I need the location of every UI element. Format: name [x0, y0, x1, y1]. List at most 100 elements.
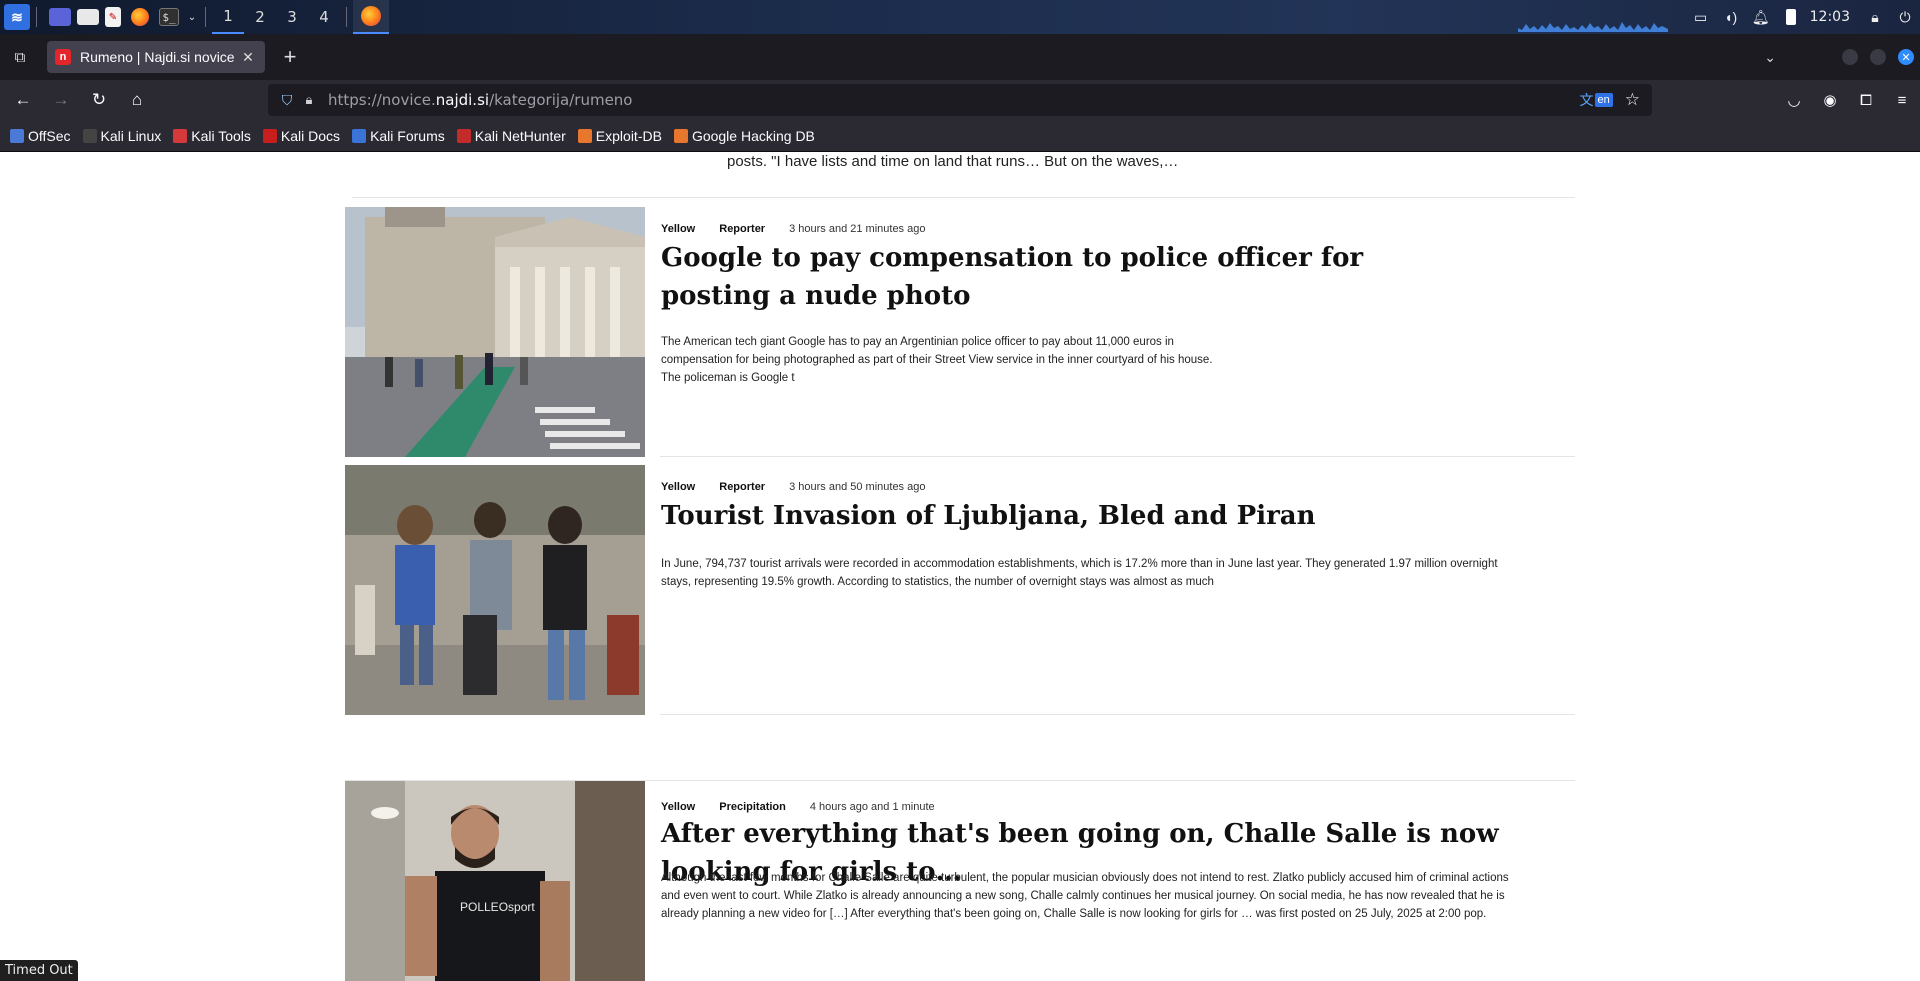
- system-taskbar: ≋ ✎ $_ ⌄ 1 2 3 4 ▭ ◖) 🔔︎ 12:03 🔒︎ ⏻: [0, 0, 1920, 34]
- cpu-graph-icon: [1518, 22, 1668, 32]
- account-icon[interactable]: ◉: [1812, 80, 1848, 120]
- chevron-down-icon[interactable]: ⌄: [185, 4, 199, 30]
- notification-bell-icon[interactable]: 🔔︎: [1746, 0, 1776, 34]
- bookmarks-toolbar: OffSec Kali Linux Kali Tools Kali Docs K…: [0, 120, 1920, 152]
- article-card[interactable]: POLLEOsport Yellow Precipitation 4 hours…: [345, 781, 1575, 981]
- taskbar-separator: [205, 7, 206, 27]
- bookmark-kali-nethunter[interactable]: Kali NetHunter: [456, 128, 566, 144]
- close-window-button[interactable]: ✕: [1898, 49, 1914, 65]
- kali-forums-icon: [352, 128, 367, 143]
- offsec-icon: [10, 128, 24, 143]
- article-time: 3 hours and 50 minutes ago: [789, 481, 926, 493]
- divider: [352, 197, 1575, 198]
- article-image[interactable]: [345, 465, 645, 715]
- workspace-2[interactable]: 2: [244, 0, 276, 34]
- menu-icon[interactable]: ≡: [1884, 80, 1920, 120]
- workspace-1[interactable]: 1: [212, 0, 244, 34]
- bookmark-star-icon[interactable]: ☆: [1625, 90, 1640, 110]
- url-text[interactable]: https://novice.najdi.si/kategorija/rumen…: [328, 91, 633, 109]
- bookmark-offsec[interactable]: OffSec: [10, 128, 71, 144]
- article-meta: Yellow Precipitation 4 hours ago and 1 m…: [661, 801, 935, 813]
- article-meta: Yellow Reporter 3 hours and 21 minutes a…: [661, 223, 925, 235]
- forward-button[interactable]: →: [44, 84, 78, 116]
- tracking-shield-icon[interactable]: ⛉: [276, 92, 298, 109]
- exploit-db-icon: [577, 128, 592, 143]
- divider: [660, 456, 1575, 457]
- browser-tab-bar: ⧉ n Rumeno | Najdi.si novice ✕ + ⌄ ✕: [0, 34, 1920, 80]
- kali-tools-icon: [173, 128, 188, 143]
- pocket-icon[interactable]: ◡: [1776, 80, 1812, 120]
- file-manager-icon[interactable]: [77, 9, 99, 25]
- page-content: posts. "I have lists and time on land th…: [0, 152, 1920, 981]
- lock-screen-icon[interactable]: 🔒︎: [1860, 0, 1890, 34]
- article-card[interactable]: Yellow Reporter 3 hours and 21 minutes a…: [345, 207, 1575, 457]
- article-image[interactable]: POLLEOsport: [345, 781, 645, 981]
- bookmark-kali-docs[interactable]: Kali Docs: [262, 128, 340, 144]
- firefox-window-button[interactable]: [353, 0, 389, 34]
- new-tab-button[interactable]: +: [273, 40, 307, 74]
- power-icon[interactable]: ⏻: [1890, 0, 1920, 34]
- kali-docs-icon: [262, 128, 277, 143]
- text-editor-icon[interactable]: ✎: [105, 7, 121, 27]
- display-icon[interactable]: ▭: [1686, 0, 1716, 34]
- nethunter-icon: [456, 128, 471, 143]
- article-category[interactable]: Yellow: [661, 223, 695, 235]
- close-tab-icon[interactable]: ✕: [239, 49, 257, 66]
- lock-icon[interactable]: 🔒︎: [298, 92, 320, 108]
- bookmark-kali-forums[interactable]: Kali Forums: [352, 128, 445, 144]
- url-bar[interactable]: ⛉ 🔒︎ https://novice.najdi.si/kategorija/…: [268, 84, 1652, 116]
- bookmark-kali-tools[interactable]: Kali Tools: [173, 128, 251, 144]
- back-button[interactable]: ←: [6, 84, 40, 116]
- article-excerpt: Although the last few months for Challe …: [661, 872, 1509, 920]
- workspace-4[interactable]: 4: [308, 0, 340, 34]
- minimize-window-button[interactable]: [1842, 49, 1858, 65]
- taskbar-separator: [346, 7, 347, 27]
- workspace-3[interactable]: 3: [276, 0, 308, 34]
- firefox-icon: [361, 6, 381, 26]
- tab-title: Rumeno | Najdi.si novice: [80, 49, 235, 65]
- previous-article-excerpt-tail: posts. "I have lists and time on land th…: [727, 153, 1179, 170]
- kali-menu-icon[interactable]: ≋: [4, 4, 30, 30]
- volume-icon[interactable]: ◖): [1716, 0, 1746, 34]
- home-button[interactable]: ⌂: [120, 84, 154, 116]
- article-category[interactable]: Yellow: [661, 801, 695, 813]
- terminal-icon[interactable]: $_: [159, 8, 179, 26]
- article-category[interactable]: Yellow: [661, 481, 695, 493]
- taskbar-separator: [36, 7, 37, 27]
- clock[interactable]: 12:03: [1810, 9, 1850, 25]
- article-excerpt: The American tech giant Google has to pa…: [661, 336, 1213, 384]
- musician-photo: POLLEOsport: [345, 781, 645, 981]
- article-time: 4 hours ago and 1 minute: [809, 801, 935, 813]
- article-excerpt: In June, 794,737 tourist arrivals were r…: [661, 558, 1498, 588]
- show-desktop-icon[interactable]: [49, 8, 71, 26]
- article-source[interactable]: Reporter: [719, 481, 765, 493]
- article-card[interactable]: Yellow Reporter 3 hours and 50 minutes a…: [345, 465, 1575, 715]
- tourists-photo: [345, 465, 645, 715]
- bookmark-kali-linux[interactable]: Kali Linux: [82, 128, 161, 144]
- kali-dragon-icon: [82, 128, 97, 143]
- ghdb-icon: [673, 128, 688, 143]
- extensions-icon[interactable]: ⧠: [1848, 80, 1884, 120]
- bookmark-exploit-db[interactable]: Exploit-DB: [577, 128, 662, 144]
- article-meta: Yellow Reporter 3 hours and 50 minutes a…: [661, 481, 925, 493]
- bookmark-google-hacking-db[interactable]: Google Hacking DB: [673, 128, 815, 144]
- article-headline[interactable]: Tourist Invasion of Ljubljana, Bled and …: [661, 497, 1316, 535]
- tab-rumeno[interactable]: n Rumeno | Najdi.si novice ✕: [47, 41, 265, 73]
- article-headline[interactable]: Google to pay compensation to police off…: [661, 239, 1363, 315]
- translate-icon[interactable]: 文 en: [1580, 90, 1613, 110]
- article-source[interactable]: Reporter: [719, 223, 765, 235]
- shirt-logo-text: POLLEOsport: [460, 900, 535, 914]
- article-source[interactable]: Precipitation: [719, 801, 786, 813]
- firefox-view-icon[interactable]: ⧉: [0, 34, 40, 80]
- article-time: 3 hours and 21 minutes ago: [789, 223, 926, 235]
- browser-nav-bar: ← → ↻ ⌂ ⛉ 🔒︎ https://novice.najdi.si/kat…: [0, 80, 1920, 120]
- najdi-favicon-icon: n: [55, 49, 71, 65]
- list-all-tabs-icon[interactable]: ⌄: [1764, 49, 1776, 66]
- firefox-launcher-icon[interactable]: [127, 4, 153, 30]
- status-message: Timed Out: [0, 960, 78, 981]
- reload-button[interactable]: ↻: [82, 84, 116, 116]
- article-image[interactable]: [345, 207, 645, 457]
- translate-language: en: [1594, 93, 1613, 107]
- battery-icon[interactable]: [1776, 0, 1806, 34]
- maximize-window-button[interactable]: [1870, 49, 1886, 65]
